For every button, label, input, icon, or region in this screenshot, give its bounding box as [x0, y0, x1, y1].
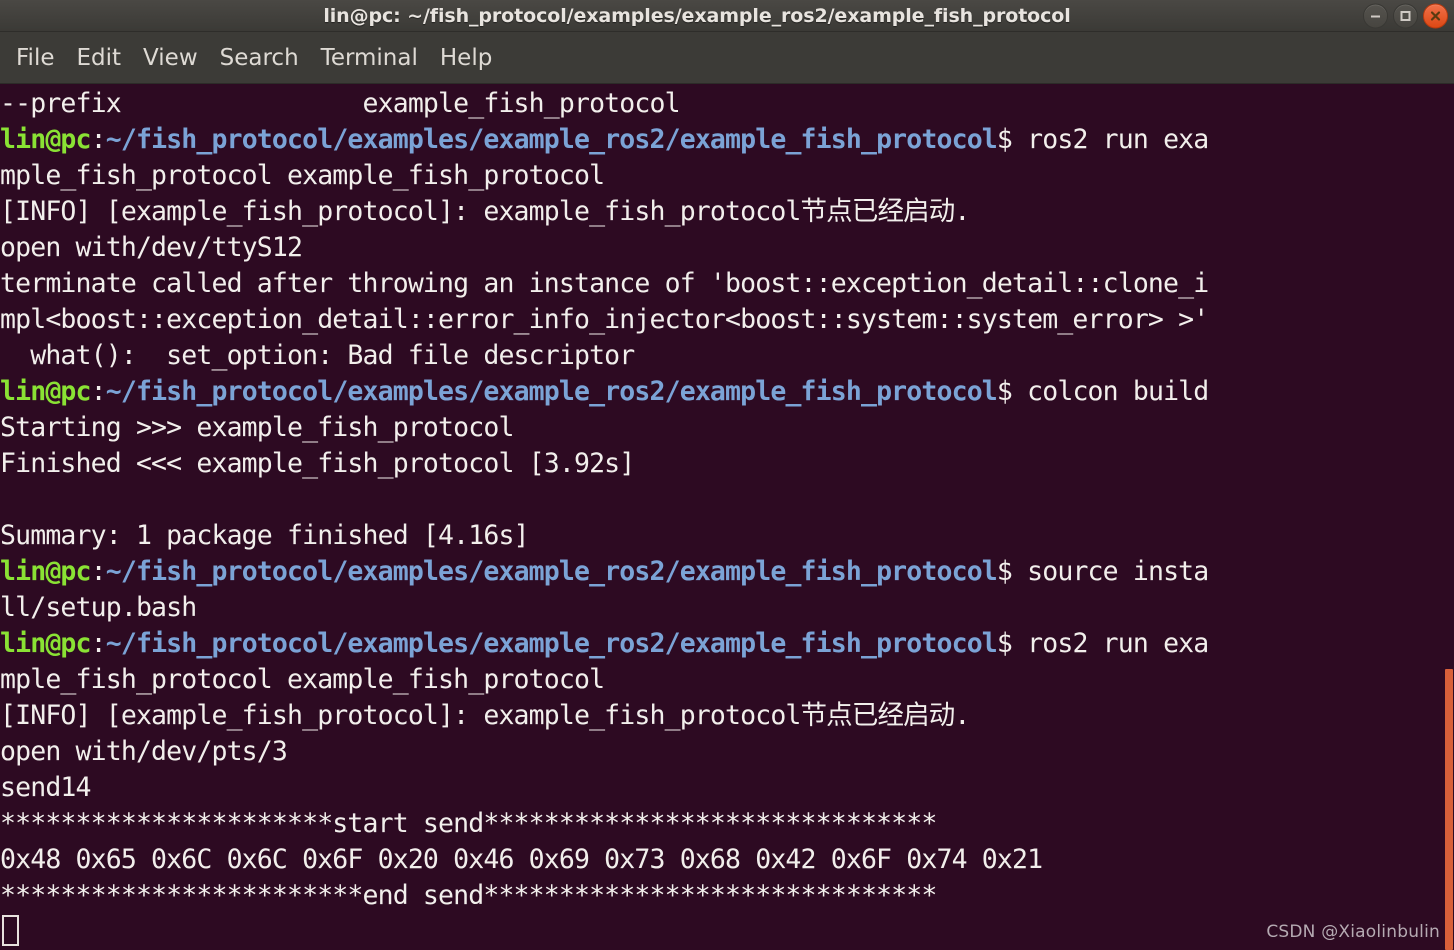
prompt-separator: : [90, 376, 107, 407]
terminal-output-line: Finished <<< example_fish_protocol [3.92… [0, 448, 635, 479]
prompt-user: lin@pc [0, 556, 91, 587]
minimize-icon [1371, 15, 1380, 17]
prompt-path: ~/fish_protocol/examples/example_ros2/ex… [105, 124, 998, 155]
terminal-output-line: [INFO] [example_fish_protocol]: example_… [0, 196, 970, 227]
terminal-output-line: ************************end send********… [0, 880, 937, 911]
terminal-output-line: [INFO] [example_fish_protocol]: example_… [0, 700, 970, 731]
prompt-user: lin@pc [0, 124, 91, 155]
terminal-output-line: terminate called after throwing an insta… [0, 268, 1209, 299]
terminal-command: source insta [1027, 556, 1209, 587]
maximize-button[interactable] [1393, 3, 1418, 28]
window-controls [1363, 3, 1448, 28]
prompt-sigil: $ [996, 628, 1028, 659]
terminal-prompt-line: lin@pc:~/fish_protocol/examples/example_… [0, 554, 1454, 590]
terminal-output-line: open with/dev/pts/3 [0, 736, 288, 767]
prompt-separator: : [90, 124, 107, 155]
prompt-separator: : [90, 628, 107, 659]
terminal-prompt-line: lin@pc:~/fish_protocol/examples/example_… [0, 122, 1454, 158]
terminal-output-line: --prefix example_fish_protocol [0, 88, 681, 119]
terminal-prompt-line: lin@pc:~/fish_protocol/examples/example_… [0, 626, 1454, 662]
terminal-output-line: Starting >>> example_fish_protocol [0, 412, 514, 443]
terminal-output-line: mple_fish_protocol example_fish_protocol [0, 160, 605, 191]
terminal-prompt-line: lin@pc:~/fish_protocol/examples/example_… [0, 374, 1454, 410]
terminal-window: lin@pc: ~/fish_protocol/examples/example… [0, 0, 1454, 950]
menu-item-help[interactable]: Help [429, 43, 503, 73]
terminal-scrollbar[interactable] [1444, 84, 1454, 950]
terminal-output-line: open with/dev/ttyS12 [0, 232, 303, 263]
terminal-screen[interactable]: --prefix example_fish_protocol lin@pc:~/f… [0, 84, 1454, 950]
terminal-command: ros2 run exa [1027, 628, 1209, 659]
menu-item-terminal[interactable]: Terminal [310, 43, 429, 73]
prompt-user: lin@pc [0, 376, 91, 407]
menu-item-edit[interactable]: Edit [66, 43, 133, 73]
prompt-sigil: $ [996, 376, 1028, 407]
prompt-separator: : [90, 556, 107, 587]
terminal-command: colcon build [1027, 376, 1209, 407]
window-title: lin@pc: ~/fish_protocol/examples/example… [323, 4, 1071, 27]
terminal-output-line: mple_fish_protocol example_fish_protocol [0, 664, 605, 695]
terminal-command: ros2 run exa [1027, 124, 1209, 155]
maximize-icon [1400, 10, 1411, 21]
watermark-label: CSDN @Xiaolinbulin [1266, 922, 1440, 942]
prompt-path: ~/fish_protocol/examples/example_ros2/ex… [105, 556, 998, 587]
window-titlebar: lin@pc: ~/fish_protocol/examples/example… [0, 0, 1454, 32]
close-icon [1430, 10, 1441, 21]
prompt-sigil: $ [996, 556, 1028, 587]
terminal-output: --prefix example_fish_protocol lin@pc:~/f… [0, 84, 1454, 914]
prompt-user: lin@pc [0, 628, 91, 659]
text-cursor [2, 915, 19, 946]
terminal-output-line: send14 [0, 772, 91, 803]
menu-item-search[interactable]: Search [209, 43, 310, 73]
menu-item-file[interactable]: File [5, 43, 66, 73]
terminal-output-line: ll/setup.bash [0, 592, 197, 623]
terminal-output-line: mpl<boost::exception_detail::error_info_… [0, 304, 1209, 335]
prompt-sigil: $ [996, 124, 1028, 155]
menubar: File Edit View Search Terminal Help [0, 32, 1454, 84]
prompt-path: ~/fish_protocol/examples/example_ros2/ex… [105, 376, 998, 407]
prompt-path: ~/fish_protocol/examples/example_ros2/ex… [105, 628, 998, 659]
menu-item-view[interactable]: View [132, 43, 209, 73]
terminal-output-line: Summary: 1 package finished [4.16s] [0, 520, 530, 551]
terminal-output-line: what(): set_option: Bad file descriptor [0, 340, 635, 371]
scrollbar-thumb[interactable] [1445, 669, 1453, 950]
close-button[interactable] [1423, 3, 1448, 28]
minimize-button[interactable] [1363, 3, 1388, 28]
terminal-output-line: 0x48 0x65 0x6C 0x6C 0x6F 0x20 0x46 0x69 … [0, 844, 1043, 875]
terminal-output-line: **********************start send********… [0, 808, 937, 839]
